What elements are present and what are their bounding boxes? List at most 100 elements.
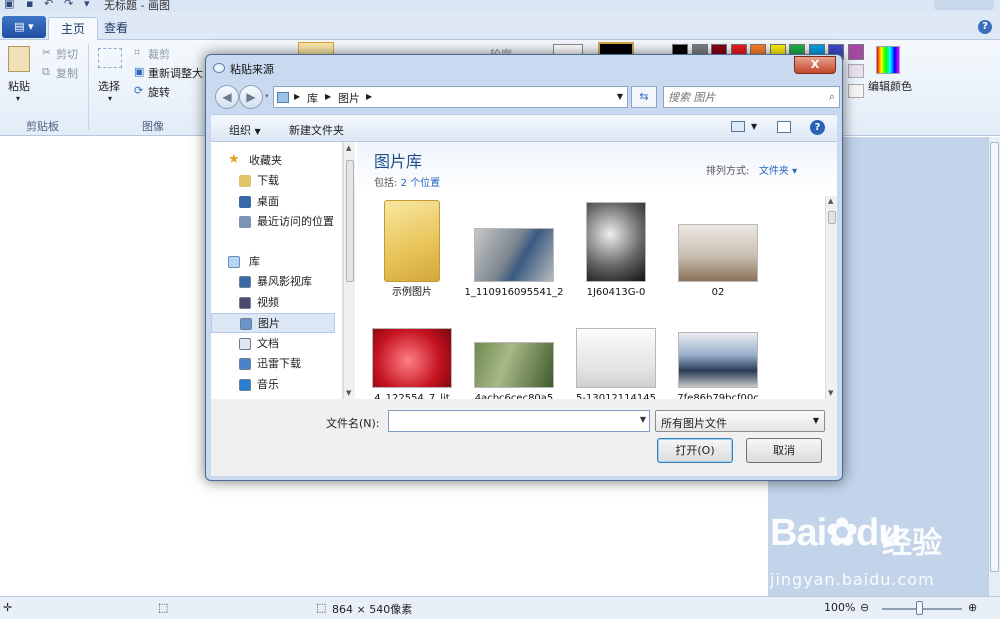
file-list-scrollbar[interactable]: ▲ ▼ [825,196,837,399]
forward-button[interactable]: ▶ [239,85,263,109]
help-icon[interactable]: ? [978,20,992,34]
redo-icon[interactable]: ↷ [64,0,73,10]
nav-favorites[interactable]: ★ 收藏夹 [211,151,335,171]
filename-input[interactable] [392,413,627,429]
search-input[interactable] [668,89,818,105]
nav-library-item[interactable]: 音乐 [211,375,335,395]
scroll-up-icon[interactable]: ▲ [346,144,351,152]
filetype-select[interactable]: 所有图片文件 ▼ [655,410,825,432]
paint-menu-button[interactable]: ▤ ▾ [2,16,46,38]
chevron-right-icon[interactable]: ▶ [325,92,331,101]
image-thumbnail [474,342,554,388]
address-bar[interactable]: ▶ 库 ▶ 图片 ▶ ▼ [273,86,628,108]
image-file-item[interactable]: 1J60413G-0 [561,196,671,316]
search-box[interactable]: ⌕ [663,86,840,108]
dialog-close-button[interactable]: X [794,56,836,74]
nav-library-item[interactable]: 视频 [211,293,335,313]
new-folder-button[interactable]: 新建文件夹 [289,122,344,138]
paste-dropdown-icon[interactable]: ▾ [16,94,20,103]
locations-link[interactable]: 2 个位置 [401,178,441,189]
recent-pages-icon[interactable]: ▾ [265,92,269,100]
back-button[interactable]: ◀ [215,85,239,109]
nav-pane-scrollbar[interactable]: ▲ ▼ [343,142,355,399]
image-thumbnail [474,228,554,282]
paste-button[interactable]: 粘贴 [8,78,30,94]
filetype-dropdown-icon[interactable]: ▼ [813,416,819,425]
image-file-item[interactable]: 4_122554_7_lit [357,320,467,399]
nav-library-item[interactable]: 图片 [211,313,335,333]
scroll-down-icon[interactable]: ▼ [828,389,833,397]
filetype-value: 所有图片文件 [661,417,727,430]
help-icon[interactable]: ? [810,120,825,135]
music-icon [239,378,251,391]
nav-favorite-item[interactable]: 桌面 [211,192,335,212]
chevron-right-icon[interactable]: ▶ [294,92,300,101]
refresh-button[interactable]: ⇆ [631,86,657,108]
image-file-item[interactable]: 7fe86b79bcf00c [663,320,773,399]
select-icon [98,48,122,68]
crop-button[interactable]: 裁剪 [148,46,170,62]
open-button[interactable]: 打开(O) [657,438,733,463]
rotate-icon: ⟳ [134,84,144,97]
nav-favorite-item[interactable]: 最近访问的位置 [211,212,335,232]
watermark-brand: Bai✿du [770,512,902,554]
custom-color-swatch[interactable] [848,64,864,78]
dialog-footer: 文件名(N): ▼ 所有图片文件 ▼ 打开(O) 取消 [211,399,837,476]
cut-icon: ✂ [42,46,52,59]
filename-combobox[interactable]: ▼ [388,410,650,432]
change-view-icon[interactable] [731,121,745,132]
select-dropdown-icon[interactable]: ▾ [108,94,112,103]
canvas-vertical-scrollbar[interactable] [988,137,1000,596]
scrollbar-thumb[interactable] [828,211,836,224]
dialog-navigation-bar: ◀ ▶ ▾ ▶ 库 ▶ 图片 ▶ ▼ ⇆ ⌕ [213,83,840,113]
nav-libraries[interactable]: 库 [211,252,335,272]
chevron-right-icon[interactable]: ▶ [366,92,372,101]
nav-library-item[interactable]: 文档 [211,334,335,354]
filename-dropdown-icon[interactable]: ▼ [640,415,646,424]
zoom-slider-thumb[interactable] [916,601,923,615]
palette-swatch[interactable] [847,44,864,60]
folder-item[interactable]: 示例图片 [357,196,467,316]
scrollbar-thumb[interactable] [990,142,999,572]
zoom-out-icon[interactable]: ⊖ [860,601,869,614]
view-dropdown-icon[interactable]: ▼ [751,122,757,131]
arrange-by-dropdown[interactable]: 文件夹 ▾ [759,166,797,177]
nav-library-item[interactable]: 迅雷下载 [211,354,335,374]
image-group-label: 图像 [142,120,164,133]
quick-access-dropdown-icon[interactable]: ▾ [84,0,90,10]
search-icon[interactable]: ⌕ [829,90,835,104]
nav-favorite-item[interactable]: 下载 [211,171,335,191]
scrollbar-thumb[interactable] [346,160,354,282]
paint-app-icon [213,63,225,73]
image-file-item[interactable]: 5-13012114145 [561,320,671,399]
rotate-button[interactable]: 旋转 [148,84,170,100]
window-controls[interactable] [934,0,994,10]
tab-home[interactable]: 主页 [48,17,99,41]
zoom-in-icon[interactable]: ⊕ [968,601,977,614]
paw-icon: ✿ [826,512,858,554]
image-file-item[interactable]: 1_110916095541_2 [459,196,569,316]
preview-pane-icon[interactable] [777,121,791,133]
nav-library-item[interactable]: 暴风影视库 [211,272,335,292]
app-menu-icon[interactable]: ▣ [4,0,14,10]
breadcrumb-libraries[interactable]: 库 [307,90,318,106]
tab-view[interactable]: 查看 [92,17,140,41]
desktop-icon [239,195,251,208]
select-button[interactable]: 选择 [98,78,120,94]
edit-colors-button[interactable]: 编辑颜色 [868,78,912,94]
organize-button[interactable]: 组织 ▼ [229,122,261,138]
address-dropdown-icon[interactable]: ▼ [617,92,623,101]
undo-icon[interactable]: ↶ [44,0,53,10]
cancel-button[interactable]: 取消 [746,438,822,463]
scroll-up-icon[interactable]: ▲ [828,197,833,205]
custom-color-swatch[interactable] [848,84,864,98]
copy-button[interactable]: 复制 [56,65,78,81]
cut-button[interactable]: 剪切 [56,46,78,62]
star-icon: ★ [228,152,240,167]
image-file-item[interactable]: 4acbc6cec80a5 [459,320,569,399]
breadcrumb-pictures[interactable]: 图片 [338,90,360,106]
resize-button[interactable]: 重新调整大 [148,65,203,81]
save-icon[interactable]: ▪ [26,0,33,10]
scroll-down-icon[interactable]: ▼ [346,389,351,397]
image-file-item[interactable]: 02 [663,196,773,316]
